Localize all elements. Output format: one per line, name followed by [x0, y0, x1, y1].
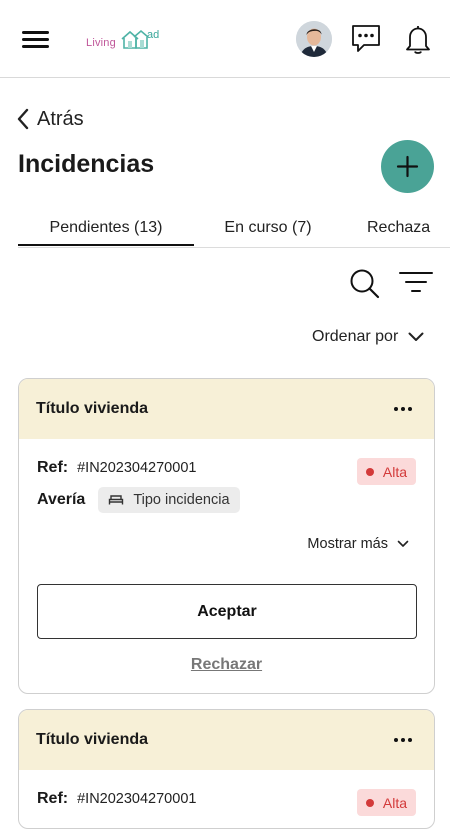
chevron-down-icon — [397, 540, 409, 547]
house-logo-icon — [121, 29, 149, 49]
type-label: Avería — [37, 491, 86, 508]
add-incident-button[interactable] — [381, 140, 434, 193]
show-more-label: Mostrar más — [307, 536, 388, 552]
sort-dropdown[interactable]: Ordenar por — [312, 328, 424, 346]
status-tabs: Pendientes (13) En curso (7) Rechaza — [18, 212, 450, 248]
filter-icon[interactable] — [398, 270, 434, 296]
sort-label: Ordenar por — [312, 328, 399, 345]
app-logo[interactable]: Living ad — [86, 28, 166, 52]
ref-label: Ref: — [37, 459, 69, 476]
accept-button[interactable]: Aceptar — [37, 584, 417, 639]
show-more-toggle[interactable]: Mostrar más — [307, 536, 409, 552]
category-label: Tipo incidencia — [133, 492, 230, 508]
avatar-photo — [296, 21, 332, 57]
hamburger-menu-icon[interactable] — [22, 28, 50, 50]
tab-pendientes[interactable]: Pendientes (13) — [18, 212, 194, 246]
priority-label: Alta — [382, 794, 407, 811]
card-header: Título vivienda — [19, 379, 434, 439]
search-icon[interactable] — [348, 268, 382, 300]
bed-icon — [109, 495, 124, 505]
ref-value: #IN202304270001 — [77, 791, 197, 807]
more-options-icon[interactable] — [394, 401, 416, 417]
ref-row: Ref: #IN202304270001 — [37, 459, 196, 477]
back-link[interactable]: Atrás — [17, 106, 84, 132]
category-chip: Tipo incidencia — [98, 487, 240, 513]
card-header: Título vivienda — [19, 710, 434, 770]
card-title: Título vivienda — [36, 400, 149, 417]
plus-icon — [396, 155, 419, 178]
priority-badge: Alta — [356, 789, 416, 816]
page-title: Incidencias — [18, 150, 155, 178]
chat-icon[interactable] — [350, 24, 382, 54]
ref-row: Ref: #IN202304270001 — [37, 790, 196, 808]
logo-text-mad: ad — [147, 29, 160, 41]
card-title: Título vivienda — [36, 731, 149, 748]
logo-text-living: Living — [86, 37, 116, 49]
priority-dot-icon — [365, 467, 374, 476]
priority-label: Alta — [382, 463, 407, 480]
incident-card: Título vivienda Ref: #IN202304270001 Alt… — [18, 709, 435, 829]
chevron-left-icon — [17, 108, 29, 130]
top-bar: Living ad — [0, 0, 450, 78]
chevron-down-icon — [408, 332, 424, 341]
ref-label: Ref: — [37, 790, 69, 807]
back-label: Atrás — [37, 107, 84, 130]
tab-rechazadas[interactable]: Rechaza — [367, 212, 450, 246]
tab-en-curso[interactable]: En curso (7) — [208, 212, 328, 246]
more-options-icon[interactable] — [394, 732, 416, 748]
ref-value: #IN202304270001 — [77, 460, 197, 476]
incident-card: Título vivienda Ref: #IN202304270001 Alt… — [18, 378, 435, 694]
user-avatar[interactable] — [296, 21, 332, 57]
reject-link[interactable]: Rechazar — [19, 656, 434, 674]
bell-icon[interactable] — [403, 24, 433, 56]
priority-badge: Alta — [356, 458, 416, 485]
type-row: Avería Tipo incidencia — [37, 487, 240, 513]
